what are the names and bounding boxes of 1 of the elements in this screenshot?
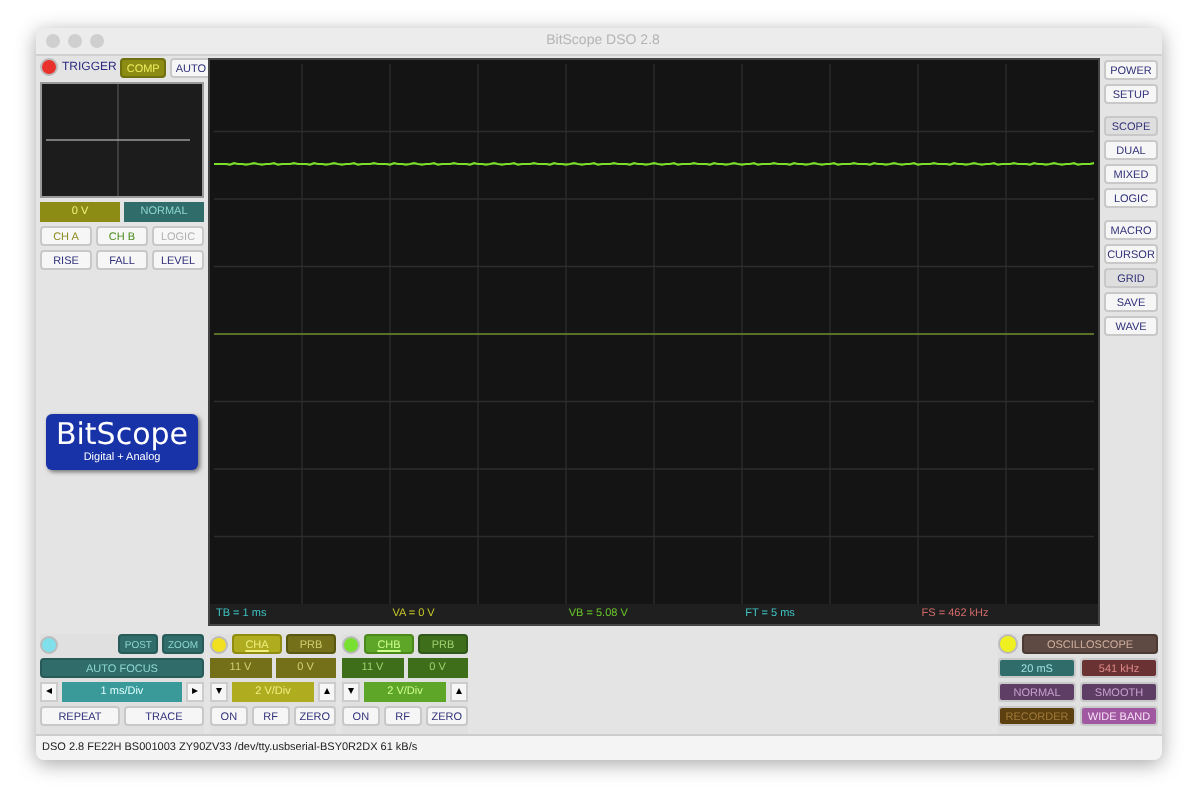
logo-title: BitScope <box>54 417 190 452</box>
